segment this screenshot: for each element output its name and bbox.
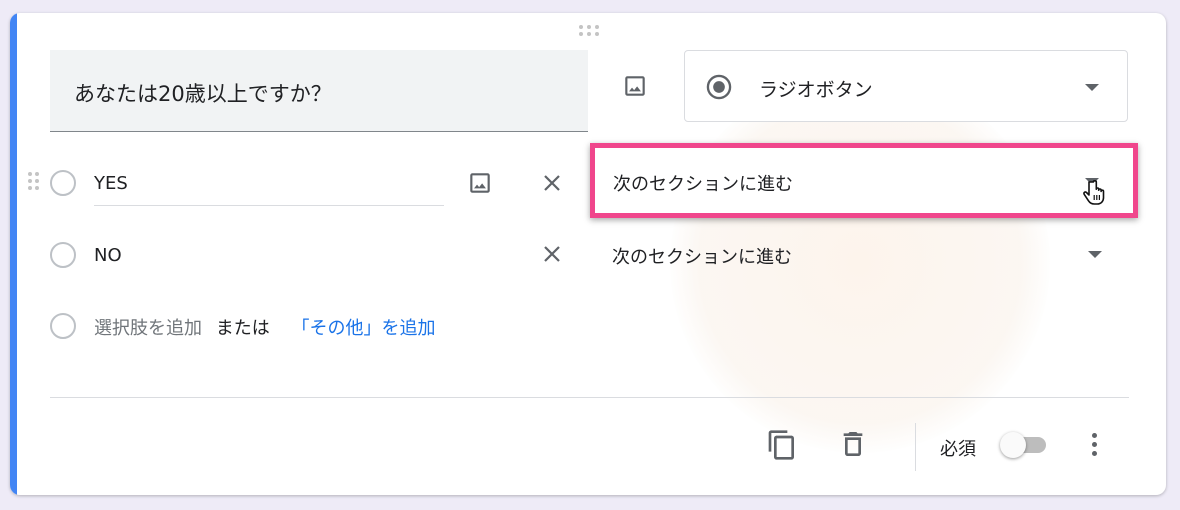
chevron-down-icon <box>1088 251 1102 258</box>
question-type-dropdown[interactable]: ラジオボタン <box>684 50 1128 122</box>
question-drag-handle-icon[interactable] <box>577 24 603 38</box>
hand-cursor-icon <box>1083 180 1105 205</box>
add-option-radio-icon <box>50 313 76 339</box>
radio-button-icon <box>706 74 732 100</box>
or-text: または <box>215 318 270 339</box>
add-image-button[interactable] <box>620 71 650 101</box>
option-1-remove-close-icon[interactable] <box>540 171 564 195</box>
question-card: あなたは20歳以上ですか？ ラジオボタン YES NO 次のセクションに進む 次… <box>10 13 1166 495</box>
footer-divider <box>50 397 1129 398</box>
question-title-text: あなたは20歳以上ですか？ <box>74 82 332 106</box>
option-2-input[interactable]: NO <box>94 245 122 266</box>
option-2-section-dropdown[interactable]: 次のセクションに進む <box>600 231 1120 275</box>
image-icon <box>625 76 645 96</box>
option-1-section-label: 次のセクションに進む <box>613 174 793 195</box>
copy-icon[interactable] <box>766 429 798 461</box>
option-1-section-dropdown[interactable]: 次のセクションに進む <box>590 143 1138 218</box>
image-icon <box>470 173 490 193</box>
option-radio-icon <box>50 170 76 196</box>
required-toggle-thumb <box>1000 432 1026 458</box>
footer-vertical-divider <box>915 423 916 471</box>
option-drag-handle-icon[interactable] <box>26 170 40 194</box>
chevron-down-icon <box>1085 84 1099 91</box>
option-radio-icon <box>50 242 76 268</box>
option-2-remove-close-icon[interactable] <box>540 242 564 266</box>
add-option-link[interactable]: 選択肢を追加 <box>94 318 202 339</box>
more-vert-icon[interactable] <box>1088 431 1100 459</box>
add-other-link[interactable]: 「その他」を追加 <box>291 318 435 339</box>
question-type-label: ラジオボタン <box>759 79 873 101</box>
question-title-input[interactable]: あなたは20歳以上ですか？ <box>50 50 588 132</box>
option-1-add-image-button[interactable] <box>465 168 495 198</box>
active-accent-bar <box>10 13 17 495</box>
option-1-underline <box>94 205 444 206</box>
add-option-row: 選択肢を追加 または 「その他」を追加 <box>94 314 435 340</box>
required-label: 必須 <box>940 439 976 460</box>
delete-icon[interactable] <box>837 428 869 460</box>
option-1-input[interactable]: YES <box>94 173 128 194</box>
option-2-section-label: 次のセクションに進む <box>612 247 792 268</box>
